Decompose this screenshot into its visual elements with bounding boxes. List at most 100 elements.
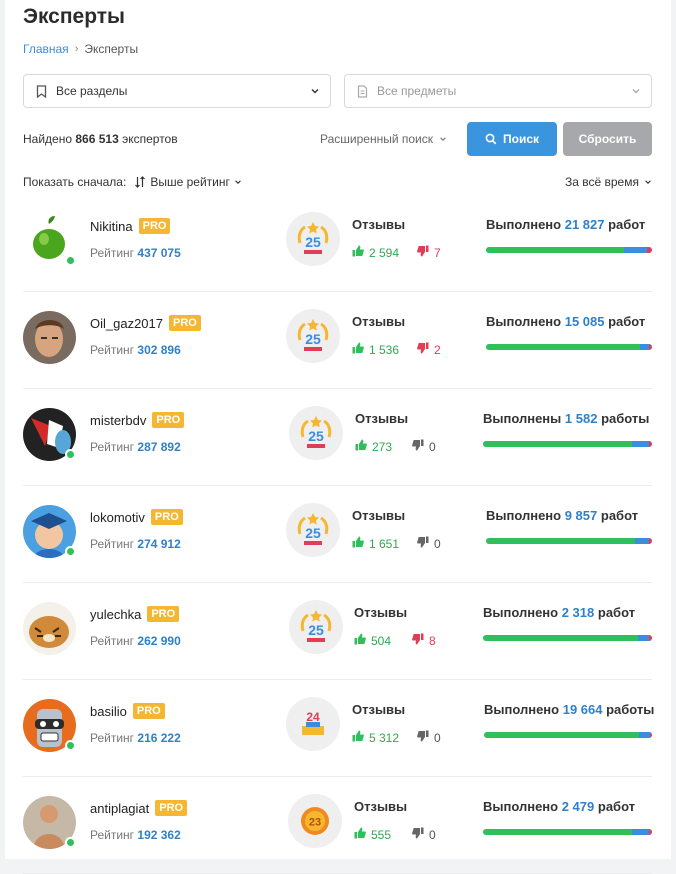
period-select[interactable]: За всё время (565, 175, 652, 189)
bar-segment-failed (648, 635, 652, 641)
works-progress-bar (483, 829, 652, 835)
svg-text:25: 25 (305, 525, 321, 541)
results-count-suffix: экспертов (122, 132, 178, 146)
completed-value: 9 857 (564, 508, 598, 523)
completed-label: Выполнено (486, 314, 562, 329)
chevron-down-icon (311, 89, 319, 94)
bar-segment-failed (647, 247, 652, 253)
rating-value: 274 912 (137, 537, 181, 551)
reviews-label: Отзывы (354, 799, 408, 814)
expert-name[interactable]: basilio PRO (90, 703, 165, 719)
rating-value: 216 222 (137, 731, 181, 745)
expert-name[interactable]: Oil_gaz2017 PRO (90, 315, 201, 331)
breadcrumb: Главная › Эксперты (23, 42, 138, 56)
pro-badge: PRO (138, 218, 171, 234)
breadcrumb-home[interactable]: Главная (23, 42, 69, 56)
completed-suffix: работы (601, 411, 650, 426)
results-count: Найдено 866 513 экспертов (23, 132, 178, 146)
search-button[interactable]: Поиск (467, 122, 557, 156)
sections-select-value: Все разделы (56, 84, 128, 98)
bookmark-icon (34, 84, 48, 98)
thumbs-down-icon (412, 827, 424, 842)
expert-name[interactable]: antiplagiat PRO (90, 800, 188, 816)
search-icon (485, 133, 497, 145)
bar-segment-success (486, 247, 624, 253)
completed-works: Выполнено 9 857 работ (486, 508, 638, 523)
rating-value: 302 896 (137, 343, 181, 357)
expert-name[interactable]: yulechka PRO (90, 606, 180, 622)
medal-badge-icon: 25 (286, 212, 340, 266)
likes-value: 1 536 (369, 342, 400, 357)
bar-segment-progress (623, 247, 647, 253)
avatar[interactable] (23, 602, 76, 655)
rating-value: 437 075 (137, 246, 181, 260)
dislikes-count: 0 (412, 827, 436, 842)
pro-badge: PRO (155, 800, 188, 816)
svg-text:23: 23 (309, 817, 321, 829)
chevron-down-icon (235, 180, 241, 184)
pro-badge: PRO (150, 509, 183, 525)
sort-label: Показать сначала: (23, 175, 127, 189)
completed-value: 15 085 (564, 314, 605, 329)
expert-rating: Рейтинг 192 362 (90, 828, 181, 842)
reviews-label: Отзывы (355, 411, 409, 426)
expert-row: antiplagiat PRO Рейтинг 192 362 23 Отзывы 555… (23, 777, 652, 874)
dislikes-value: 0 (429, 827, 436, 842)
advanced-search-toggle[interactable]: Расширенный поиск (320, 132, 447, 146)
works-progress-bar (486, 247, 652, 253)
dislikes-value: 7 (434, 245, 441, 260)
completed-label: Выполнено (486, 217, 562, 232)
bar-segment-progress (631, 441, 649, 447)
results-count-value: 866 513 (75, 132, 119, 146)
bar-segment-progress (640, 344, 649, 350)
sort-select[interactable]: Выше рейтинг (134, 175, 242, 189)
svg-text:25: 25 (305, 234, 321, 250)
completed-value: 2 479 (561, 799, 595, 814)
expert-name[interactable]: misterbdv PRO (90, 412, 185, 428)
reviews-label: Отзывы (352, 217, 406, 232)
reviews-label: Отзывы (354, 605, 408, 620)
online-status-dot (65, 255, 76, 266)
thumbs-up-icon (354, 827, 366, 842)
expert-rating: Рейтинг 262 990 (90, 634, 181, 648)
breadcrumb-separator: › (74, 43, 79, 55)
completed-works: Выполнено 2 479 работ (483, 799, 635, 814)
pro-badge: PRO (132, 703, 165, 719)
expert-rating: Рейтинг 437 075 (90, 246, 181, 260)
sort-value: Выше рейтинг (150, 175, 230, 189)
rating-label: Рейтинг (90, 731, 135, 745)
thumbs-down-icon (412, 439, 424, 454)
bar-segment-failed (648, 829, 652, 835)
bar-segment-failed (648, 441, 652, 447)
bar-segment-success (486, 344, 641, 350)
subjects-select[interactable]: Все предметы (344, 74, 652, 108)
expert-name[interactable]: Nikitina PRO (90, 218, 171, 234)
rating-label: Рейтинг (90, 537, 135, 551)
dislikes-count: 0 (412, 439, 436, 454)
sections-select[interactable]: Все разделы (23, 74, 331, 108)
expert-name[interactable]: lokomotiv PRO (90, 509, 183, 525)
dislikes-value: 2 (434, 342, 441, 357)
dislikes-value: 0 (434, 730, 441, 745)
likes-value: 5 312 (369, 730, 400, 745)
bar-segment-success (486, 538, 636, 544)
pro-badge: PRO (152, 412, 185, 428)
completed-label: Выполнены (483, 411, 562, 426)
avatar[interactable] (23, 311, 76, 364)
thumbs-down-icon (417, 342, 429, 357)
bar-segment-failed (648, 344, 652, 350)
thumbs-up-icon (355, 439, 367, 454)
thumbs-up-icon (352, 730, 364, 745)
completed-value: 21 827 (564, 217, 605, 232)
expert-rating: Рейтинг 216 222 (90, 731, 181, 745)
subjects-select-value: Все предметы (377, 84, 457, 98)
reset-button[interactable]: Сбросить (563, 122, 652, 156)
pro-badge: PRO (169, 315, 201, 331)
likes-value: 2 594 (369, 245, 400, 260)
bar-segment-success (484, 732, 639, 738)
medal-badge-icon: 25 (286, 309, 340, 363)
svg-text:25: 25 (308, 622, 324, 638)
completed-works: Выполнено 21 827 работ (486, 217, 645, 232)
online-status-dot (65, 546, 76, 557)
document-icon (355, 84, 369, 98)
